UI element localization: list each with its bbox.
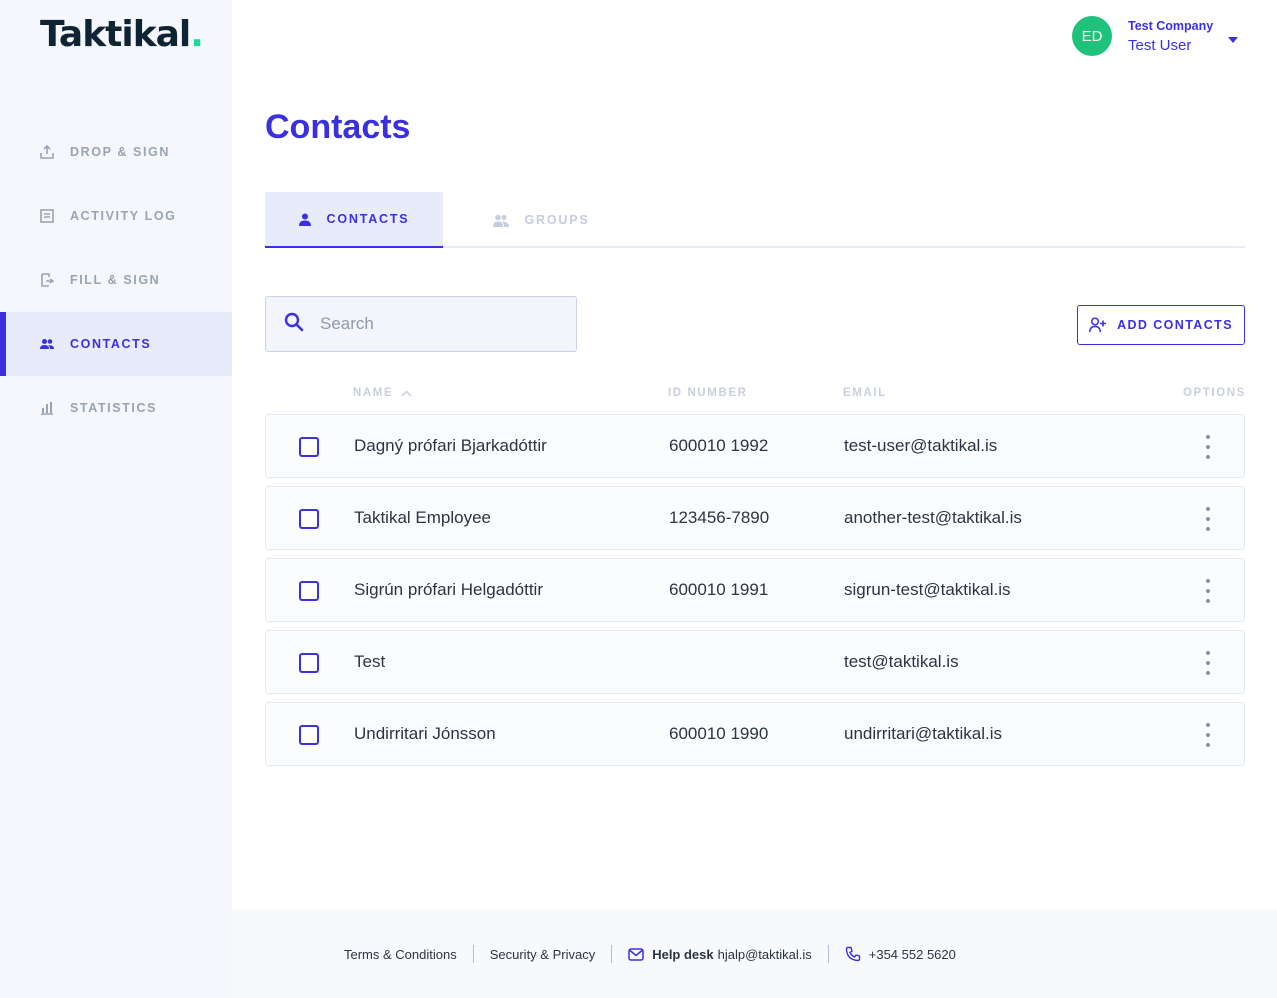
tab-groups[interactable]: GROUPS [443, 192, 639, 248]
more-options-icon[interactable] [1196, 503, 1220, 535]
contact-email: sigrun-test@taktikal.is [844, 580, 1011, 599]
sidebar-item-label: FILL & SIGN [70, 273, 161, 287]
sidebar-item-fill-sign[interactable]: FILL & SIGN [0, 248, 232, 312]
sort-ascending-icon [401, 389, 412, 397]
column-header-email-label: EMAIL [843, 387, 887, 399]
more-options-icon[interactable] [1196, 575, 1220, 607]
bar-chart-icon [38, 399, 56, 417]
logo-text: Taktikal [40, 14, 191, 55]
tab-contacts[interactable]: CONTACTS [265, 192, 443, 248]
phone-icon [845, 946, 861, 962]
sidebar-item-label: ACTIVITY LOG [70, 209, 177, 223]
page-title: Contacts [265, 108, 411, 146]
phone-link[interactable]: +354 552 5620 [845, 946, 956, 962]
logo-dot: . [190, 14, 204, 55]
footer-divider [827, 945, 829, 963]
helpdesk-label: Help desk [652, 946, 714, 962]
row-checkbox[interactable] [299, 653, 319, 673]
contact-name: Sigrún prófari Helgadóttir [354, 580, 543, 599]
tab-contacts-label: CONTACTS [326, 212, 410, 226]
mail-icon [628, 947, 644, 961]
security-link[interactable]: Security & Privacy [490, 947, 595, 962]
row-checkbox[interactable] [299, 581, 319, 601]
add-person-icon [1089, 317, 1107, 333]
contacts-table: Dagný prófari Bjarkadóttir 600010 1992 t… [265, 414, 1245, 774]
tab-groups-label: GROUPS [524, 213, 590, 227]
caret-down-icon[interactable] [1228, 31, 1238, 49]
contact-id-number: 600010 1990 [669, 724, 769, 743]
group-icon [492, 214, 509, 227]
contact-name: Taktikal Employee [354, 508, 492, 527]
taktikal-logo[interactable]: Taktikal. [40, 14, 204, 55]
footer-divider [472, 945, 474, 963]
search-box[interactable] [265, 296, 577, 352]
column-header-name-label: NAME [353, 387, 394, 399]
more-options-icon[interactable] [1196, 431, 1220, 463]
contact-id-number: 123456-7890 [669, 508, 770, 527]
contact-email: test@taktikal.is [844, 652, 959, 671]
sidebar-item-activity-log[interactable]: ACTIVITY LOG [0, 184, 232, 248]
avatar[interactable]: ED [1072, 16, 1112, 56]
terms-link[interactable]: Terms & Conditions [344, 947, 457, 962]
user-info: Test Company Test User [1128, 19, 1213, 54]
column-header-email: EMAIL [843, 387, 887, 399]
contact-name: Dagný prófari Bjarkadóttir [354, 436, 547, 455]
upload-icon [38, 143, 56, 161]
sidebar-item-label: DROP & SIGN [70, 145, 171, 159]
footer-divider [611, 945, 613, 963]
table-row[interactable]: Sigrún prófari Helgadóttir 600010 1991 s… [265, 558, 1245, 622]
table-row[interactable]: Undirritari Jónsson 600010 1990 undirrit… [265, 702, 1245, 766]
column-header-options-label: OPTIONS [1183, 387, 1246, 399]
sidebar-item-drop-sign[interactable]: DROP & SIGN [0, 120, 232, 184]
sidebar-nav: DROP & SIGN ACTIVITY LOG FILL & SIGN CON… [0, 120, 232, 440]
search-icon [284, 312, 304, 337]
table-row[interactable]: Taktikal Employee 123456-7890 another-te… [265, 486, 1245, 550]
row-checkbox[interactable] [299, 437, 319, 457]
table-row[interactable]: Dagný prófari Bjarkadóttir 600010 1992 t… [265, 414, 1245, 478]
log-icon [38, 207, 56, 225]
column-header-id-number: ID NUMBER [668, 387, 748, 399]
helpdesk-email: hjalp@taktikal.is [717, 946, 812, 962]
people-icon [38, 335, 56, 353]
more-options-icon[interactable] [1196, 719, 1220, 751]
contact-name: Test [354, 652, 386, 671]
contact-email: undirritari@taktikal.is [844, 724, 1003, 743]
search-input[interactable] [320, 314, 560, 334]
footer: Terms & Conditions Security & Privacy He… [232, 910, 1277, 998]
user-company: Test Company [1128, 18, 1214, 33]
contact-email: test-user@taktikal.is [844, 436, 998, 455]
row-checkbox[interactable] [299, 509, 319, 529]
sidebar-item-label: STATISTICS [70, 401, 158, 415]
contact-name: Undirritari Jónsson [354, 724, 496, 743]
sidebar-item-label: CONTACTS [70, 337, 152, 351]
person-icon [298, 213, 311, 226]
user-name: Test User [1128, 36, 1192, 54]
sidebar: Taktikal. DROP & SIGN ACTIVITY LOG FILL … [0, 0, 232, 998]
add-contacts-button[interactable]: ADD CONTACTS [1077, 305, 1245, 345]
column-header-name[interactable]: NAME [353, 387, 412, 399]
column-header-options: OPTIONS [1183, 387, 1246, 399]
phone-number: +354 552 5620 [868, 946, 956, 962]
sidebar-item-statistics[interactable]: STATISTICS [0, 376, 232, 440]
contact-email: another-test@taktikal.is [844, 508, 1022, 527]
add-contacts-label: ADD CONTACTS [1117, 318, 1233, 332]
fill-sign-icon [38, 271, 56, 289]
more-options-icon[interactable] [1196, 647, 1220, 679]
column-header-id-label: ID NUMBER [668, 387, 748, 399]
contact-id-number: 600010 1992 [669, 436, 769, 455]
helpdesk-link[interactable]: Help desk hjalp@taktikal.is [628, 947, 812, 962]
row-checkbox[interactable] [299, 725, 319, 745]
table-row[interactable]: Test test@taktikal.is [265, 630, 1245, 694]
sidebar-item-contacts[interactable]: CONTACTS [0, 312, 232, 376]
user-menu[interactable]: ED Test Company Test User [1072, 16, 1238, 56]
tab-bar: CONTACTS GROUPS [265, 192, 1245, 248]
contact-id-number: 600010 1991 [669, 580, 769, 599]
